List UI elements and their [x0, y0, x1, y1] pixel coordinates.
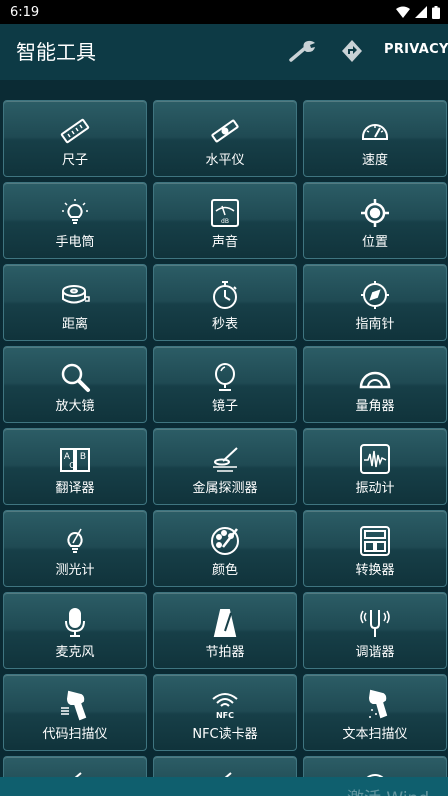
tool-tile-sound[interactable]: dB 声音 [153, 182, 297, 259]
tool-label: 位置 [361, 235, 388, 250]
vibration-meter-icon [360, 444, 390, 474]
watermark-text: 激活 Wind [347, 784, 429, 796]
mirror-icon [215, 363, 235, 391]
svg-text:C: C [69, 461, 75, 470]
tool-label: 测光计 [55, 563, 95, 578]
tool-label: 速度 [361, 153, 388, 168]
tool-tile-light-meter[interactable]: 测光计 [3, 510, 147, 587]
tool-tile-metronome[interactable]: 节拍器 [153, 592, 297, 669]
svg-text:NFC: NFC [216, 711, 234, 720]
tool-label: 转换器 [355, 563, 395, 578]
metronome-icon [213, 609, 237, 637]
tool-tile-nfc-reader[interactable]: NFC NFC读卡器 [153, 674, 297, 751]
wrench-icon[interactable] [288, 38, 318, 64]
tool-label: 翻译器 [55, 481, 95, 496]
tool-tile-stopwatch[interactable]: 秒表 [153, 264, 297, 341]
status-icons [396, 5, 440, 19]
flashlight-icon [62, 199, 88, 224]
tool-tile-compass[interactable]: 指南针 [303, 264, 447, 341]
tool-tile-magnifier[interactable]: 放大镜 [3, 346, 147, 423]
signal-icon [415, 6, 427, 18]
tool-label: 镜子 [211, 399, 238, 414]
svg-text:B: B [80, 452, 86, 462]
tool-tile-location[interactable]: 位置 [303, 182, 447, 259]
tool-label: 量角器 [355, 399, 395, 414]
tool-tile-mirror[interactable]: 镜子 [153, 346, 297, 423]
tool-label: NFC读卡器 [192, 727, 258, 742]
speedometer-icon [362, 124, 388, 140]
microphone-icon [65, 608, 85, 637]
tool-tile-translator[interactable]: A B C 翻译器 [3, 428, 147, 505]
tool-label: 水平仪 [205, 153, 245, 168]
tool-tile-protractor[interactable]: 量角器 [303, 346, 447, 423]
stopwatch-icon [213, 281, 237, 309]
text-scanner-icon [368, 689, 388, 719]
tool-label: 手电筒 [55, 235, 95, 250]
tool-label: 声音 [211, 235, 238, 250]
color-palette-icon [211, 527, 239, 555]
wifi-icon [396, 6, 410, 18]
svg-text:dB: dB [221, 218, 229, 225]
tool-label: 尺子 [61, 153, 88, 168]
tool-label: 节拍器 [205, 645, 245, 660]
tuning-fork-icon [360, 610, 390, 637]
tool-tile-vibration[interactable]: 振动计 [303, 428, 447, 505]
tool-label: 距离 [61, 317, 88, 332]
privacy-button[interactable]: PRIVACY [384, 42, 448, 57]
directions-icon[interactable] [340, 38, 364, 64]
barcode-scanner-icon [61, 690, 87, 721]
tool-tile-spirit-level[interactable]: 水平仪 [153, 100, 297, 177]
translate-book-icon: A B C [60, 448, 90, 472]
tool-label: 颜色 [211, 563, 238, 578]
metal-detector-icon [213, 447, 238, 472]
tape-measure-icon [62, 285, 90, 304]
tool-label: 振动计 [355, 481, 395, 496]
battery-icon [432, 5, 440, 19]
tool-tile-metal-detector[interactable]: 金属探测器 [153, 428, 297, 505]
unit-converter-icon [360, 526, 390, 556]
status-bar: 6:19 [0, 0, 448, 24]
magnifier-icon [61, 363, 90, 392]
tool-tile-tuner[interactable]: 调谐器 [303, 592, 447, 669]
tool-tile-barcode-scanner[interactable]: 代码扫描仪 [3, 674, 147, 751]
app-bar: 智能工具 PRIVACY [0, 24, 448, 80]
app-title: 智能工具 [16, 40, 96, 64]
status-time: 6:19 [10, 4, 40, 20]
compass-icon [361, 281, 389, 309]
location-icon [361, 199, 389, 227]
tool-label: 指南针 [355, 317, 395, 332]
tool-label: 文本扫描仪 [342, 727, 408, 742]
light-meter-icon [67, 528, 83, 553]
tool-tile-text-scanner[interactable]: 文本扫描仪 [303, 674, 447, 751]
tool-label: 调谐器 [355, 645, 395, 660]
nfc-icon: NFC [212, 693, 238, 720]
tool-tile-microphone[interactable]: 麦克风 [3, 592, 147, 669]
tool-tile-speed[interactable]: 速度 [303, 100, 447, 177]
tool-label: 放大镜 [55, 399, 95, 414]
decibel-meter-icon: dB [211, 199, 239, 227]
tool-tile-ruler[interactable]: 尺子 [3, 100, 147, 177]
tool-tile-converter[interactable]: 转换器 [303, 510, 447, 587]
tool-tile-distance[interactable]: 距离 [3, 264, 147, 341]
tool-label: 金属探测器 [192, 481, 258, 496]
protractor-icon [359, 371, 391, 389]
tool-grid: 尺子 水平仪 速度 手电筒 dB 声音 位置 距离 秒表 指南针 放大镜 镜子 … [3, 100, 447, 796]
tool-label: 秒表 [211, 317, 238, 332]
tool-label: 麦克风 [55, 645, 95, 660]
ruler-icon [60, 118, 90, 144]
spirit-level-icon [211, 119, 239, 143]
tool-tile-flashlight[interactable]: 手电筒 [3, 182, 147, 259]
tool-grid-area: 尺子 水平仪 速度 手电筒 dB 声音 位置 距离 秒表 指南针 放大镜 镜子 … [0, 80, 448, 796]
tool-label: 代码扫描仪 [42, 727, 108, 742]
tool-tile-color[interactable]: 颜色 [153, 510, 297, 587]
